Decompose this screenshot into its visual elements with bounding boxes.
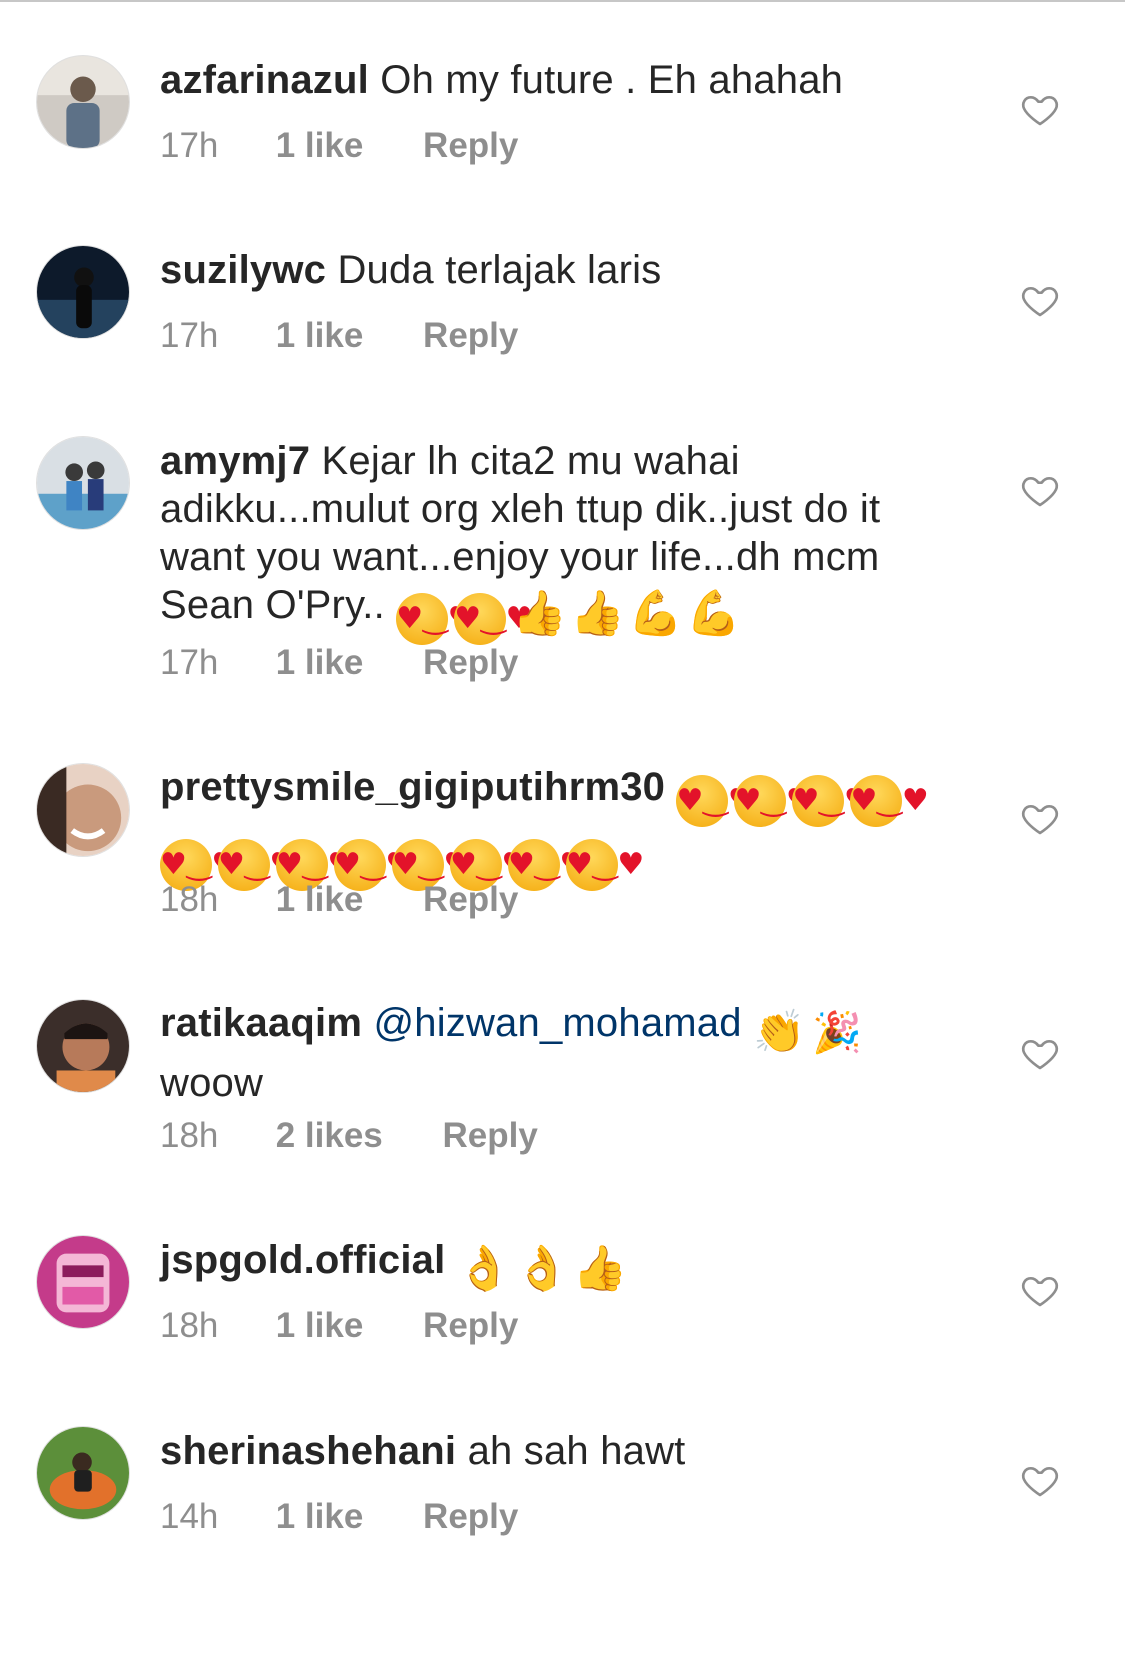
comment-body: Oh my future . Eh ahahah (380, 58, 844, 102)
heart-icon[interactable] (1020, 1460, 1060, 1500)
comment-text: ratikaaqim @hizwan_mohamad 👏 🎉 woow (160, 999, 960, 1107)
comment-meta: 17h 1 like Reply (160, 643, 518, 683)
comment-meta: 17h 1 like Reply (160, 126, 518, 166)
ok-hand-emoji: 👌 (456, 1243, 512, 1294)
avatar[interactable] (36, 436, 130, 530)
comment-username[interactable]: jspgold.official (160, 1238, 445, 1282)
heart-eyes-emoji: ♥‿♥ (566, 839, 644, 891)
heart-icon[interactable] (1020, 89, 1060, 129)
likes-count[interactable]: 1 like (276, 643, 364, 683)
reply-button[interactable]: Reply (423, 880, 518, 920)
reply-button[interactable]: Reply (423, 316, 518, 356)
reply-button[interactable]: Reply (423, 643, 518, 683)
comment-meta: 14h 1 like Reply (160, 1497, 518, 1537)
comment-text: amymj7 Kejar lh cita2 mu wahai adikku...… (160, 437, 960, 645)
avatar[interactable] (36, 999, 130, 1093)
muscle-emoji: 💪 (686, 588, 742, 639)
comment-text: jspgold.official 👌👌👍 (160, 1236, 960, 1295)
comment-time: 18h (160, 880, 219, 919)
heart-eyes-emoji: ♥‿♥ (396, 593, 475, 645)
avatar[interactable] (36, 1426, 130, 1520)
comment-body: Duda terlajak laris (337, 248, 662, 292)
reply-button[interactable]: Reply (423, 1306, 518, 1346)
muscle-emoji: 💪 (628, 588, 684, 639)
avatar[interactable] (36, 245, 130, 339)
comment-meta: 18h 1 like Reply (160, 880, 518, 920)
likes-count[interactable]: 1 like (276, 316, 364, 356)
comment-username[interactable]: prettysmile_gigiputihrm30 (160, 765, 665, 809)
comment-time: 14h (160, 1497, 219, 1536)
heart-eyes-emoji: ♥‿♥ (850, 775, 929, 827)
comment-time: 17h (160, 643, 219, 682)
ok-hand-emoji: 👌 (514, 1243, 570, 1294)
avatar[interactable] (36, 55, 130, 149)
thumbs-up-emoji: 👍 (512, 588, 568, 639)
heart-icon[interactable] (1020, 1270, 1060, 1310)
heart-icon[interactable] (1020, 470, 1060, 510)
comment-text: azfarinazul Oh my future . Eh ahahah (160, 56, 960, 104)
avatar[interactable] (36, 763, 130, 857)
top-divider (0, 0, 1125, 2)
likes-count[interactable]: 2 likes (276, 1116, 383, 1156)
avatar[interactable] (36, 1235, 130, 1329)
comment-text: prettysmile_gigiputihrm30 ♥‿♥♥‿♥♥‿♥♥‿♥ ♥… (160, 763, 960, 891)
reply-button[interactable]: Reply (423, 1497, 518, 1537)
heart-icon[interactable] (1020, 798, 1060, 838)
comment-meta: 18h 1 like Reply (160, 1306, 518, 1346)
clapping-hands-emoji: 👏 (753, 1007, 806, 1056)
heart-icon[interactable] (1020, 1033, 1060, 1073)
likes-count[interactable]: 1 like (276, 126, 364, 166)
comment-username[interactable]: amymj7 (160, 439, 310, 483)
heart-eyes-emoji: ♥‿♥ (792, 775, 871, 827)
comment-time: 18h (160, 1306, 219, 1345)
comment-text: suzilywc Duda terlajak laris (160, 246, 960, 294)
heart-icon[interactable] (1020, 280, 1060, 320)
comment-username[interactable]: sherinashehani (160, 1429, 456, 1473)
reply-button[interactable]: Reply (423, 126, 518, 166)
likes-count[interactable]: 1 like (276, 1306, 364, 1346)
comment-time: 18h (160, 1116, 219, 1155)
heart-eyes-emoji: ♥‿♥ (676, 775, 755, 827)
mention-link[interactable]: @hizwan_mohamad (373, 1001, 741, 1045)
comment-meta: 18h 2 likes Reply (160, 1116, 538, 1156)
comment-text: sherinashehani ah sah hawt (160, 1427, 960, 1475)
comment-time: 17h (160, 126, 219, 165)
comment-username[interactable]: suzilywc (160, 248, 326, 292)
likes-count[interactable]: 1 like (276, 880, 364, 920)
heart-eyes-emoji: ♥‿♥ (454, 593, 533, 645)
thumbs-up-emoji: 👍 (572, 1243, 628, 1294)
reply-button[interactable]: Reply (443, 1116, 538, 1156)
comment-body: woow (160, 1061, 264, 1105)
comment-body: ah sah hawt (467, 1429, 686, 1473)
likes-count[interactable]: 1 like (276, 1497, 364, 1537)
heart-eyes-emoji: ♥‿♥ (734, 775, 813, 827)
comment-meta: 17h 1 like Reply (160, 316, 518, 356)
comment-username[interactable]: ratikaaqim (160, 1001, 362, 1045)
party-popper-emoji: 🎉 (811, 1010, 862, 1056)
thumbs-up-emoji: 👍 (570, 588, 626, 639)
comment-time: 17h (160, 316, 219, 355)
comment-username[interactable]: azfarinazul (160, 58, 369, 102)
